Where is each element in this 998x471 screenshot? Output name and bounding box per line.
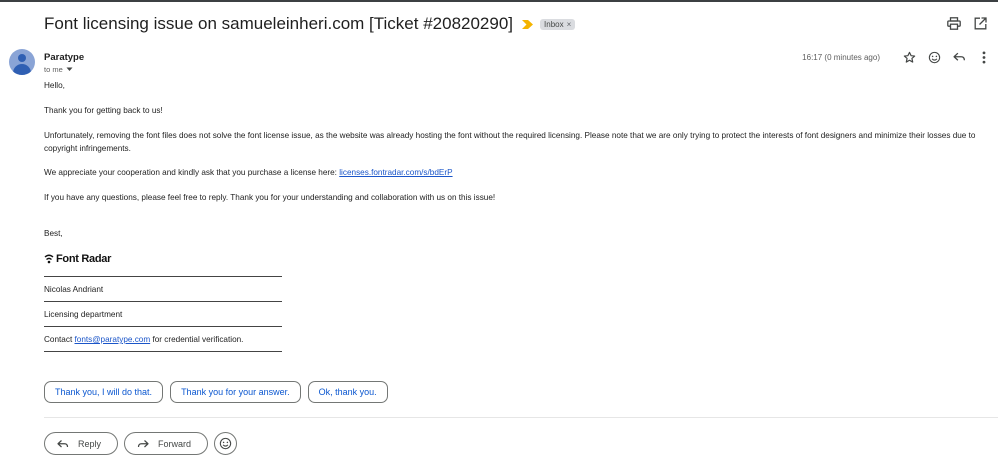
open-in-new-window-icon[interactable] bbox=[972, 15, 988, 31]
signature-rule-1 bbox=[44, 276, 282, 277]
signature-name: Nicolas Andriant bbox=[44, 285, 104, 294]
reply-button[interactable]: Reply bbox=[44, 432, 119, 455]
logo-text: Font Radar bbox=[56, 253, 112, 265]
reply-icon[interactable] bbox=[951, 49, 967, 65]
reply-icon bbox=[57, 439, 69, 447]
recipient-details[interactable]: to me bbox=[44, 65, 73, 74]
signature-rule-2 bbox=[44, 301, 282, 302]
label-chip-inbox[interactable]: Inbox × bbox=[540, 18, 576, 30]
chevron-down-icon[interactable] bbox=[66, 67, 73, 72]
emoji-icon bbox=[219, 437, 232, 450]
license-link[interactable]: licenses.fontradar.com/s/bdErP bbox=[339, 168, 452, 177]
contact-suffix: for credential verification. bbox=[150, 335, 244, 344]
signature-rule-4 bbox=[44, 351, 282, 352]
forward-label: Forward bbox=[158, 438, 192, 449]
signature-rule-3 bbox=[44, 326, 282, 327]
body-signoff: Best, bbox=[44, 229, 63, 238]
top-border bbox=[0, 0, 998, 2]
signature-contact: Contact fonts@paratype.com for credentia… bbox=[44, 334, 990, 347]
message-meta: 16:17 (0 minutes ago) bbox=[802, 49, 992, 65]
forward-icon bbox=[137, 439, 149, 447]
smart-reply-chip[interactable]: Ok, thank you. bbox=[307, 381, 388, 403]
importance-marker-icon[interactable] bbox=[522, 19, 534, 29]
avatar-body bbox=[13, 64, 31, 75]
radar-icon bbox=[44, 254, 54, 264]
subject-row: Font licensing issue on samueleinheri.co… bbox=[44, 12, 576, 36]
smart-reply-chip[interactable]: Thank you for your answer. bbox=[170, 381, 301, 403]
body-paragraph-2: We appreciate your cooperation and kindl… bbox=[44, 167, 990, 180]
forward-button[interactable]: Forward bbox=[124, 432, 209, 455]
emoji-reaction-button[interactable] bbox=[214, 432, 238, 455]
label-remove-icon[interactable]: × bbox=[567, 20, 572, 29]
avatar-head bbox=[18, 54, 26, 62]
sender-name[interactable]: Paratype bbox=[44, 52, 84, 63]
label-chip-text: Inbox bbox=[544, 19, 564, 29]
subject-actions bbox=[946, 15, 988, 31]
contact-email-link[interactable]: fonts@paratype.com bbox=[75, 335, 151, 344]
message-timestamp: 16:17 (0 minutes ago) bbox=[802, 52, 880, 62]
reply-actions: Reply Forward bbox=[44, 432, 238, 455]
body-thanks: Thank you for getting back to us! bbox=[44, 106, 163, 115]
body-paragraph-3: If you have any questions, please feel f… bbox=[44, 193, 496, 202]
smart-replies: Thank you, I will do that. Thank you for… bbox=[44, 381, 388, 403]
paragraph-2-text: We appreciate your cooperation and kindl… bbox=[44, 168, 340, 177]
signature-department: Licensing department bbox=[44, 310, 123, 319]
email-subject: Font licensing issue on samueleinheri.co… bbox=[44, 14, 514, 33]
body-greeting: Hello, bbox=[44, 81, 65, 90]
recipient-text: to me bbox=[44, 65, 63, 74]
reply-label: Reply bbox=[78, 438, 102, 449]
font-radar-logo: Font Radar bbox=[44, 253, 111, 265]
emoji-icon[interactable] bbox=[926, 49, 942, 65]
body-paragraph-1: Unfortunately, removing the font files d… bbox=[44, 131, 976, 153]
star-icon[interactable] bbox=[901, 49, 917, 65]
more-vert-icon[interactable] bbox=[976, 49, 992, 65]
smart-reply-chip[interactable]: Thank you, I will do that. bbox=[44, 381, 164, 403]
print-icon[interactable] bbox=[946, 15, 962, 31]
divider bbox=[44, 417, 998, 418]
contact-prefix: Contact bbox=[44, 335, 75, 344]
sender-avatar[interactable] bbox=[9, 49, 35, 75]
